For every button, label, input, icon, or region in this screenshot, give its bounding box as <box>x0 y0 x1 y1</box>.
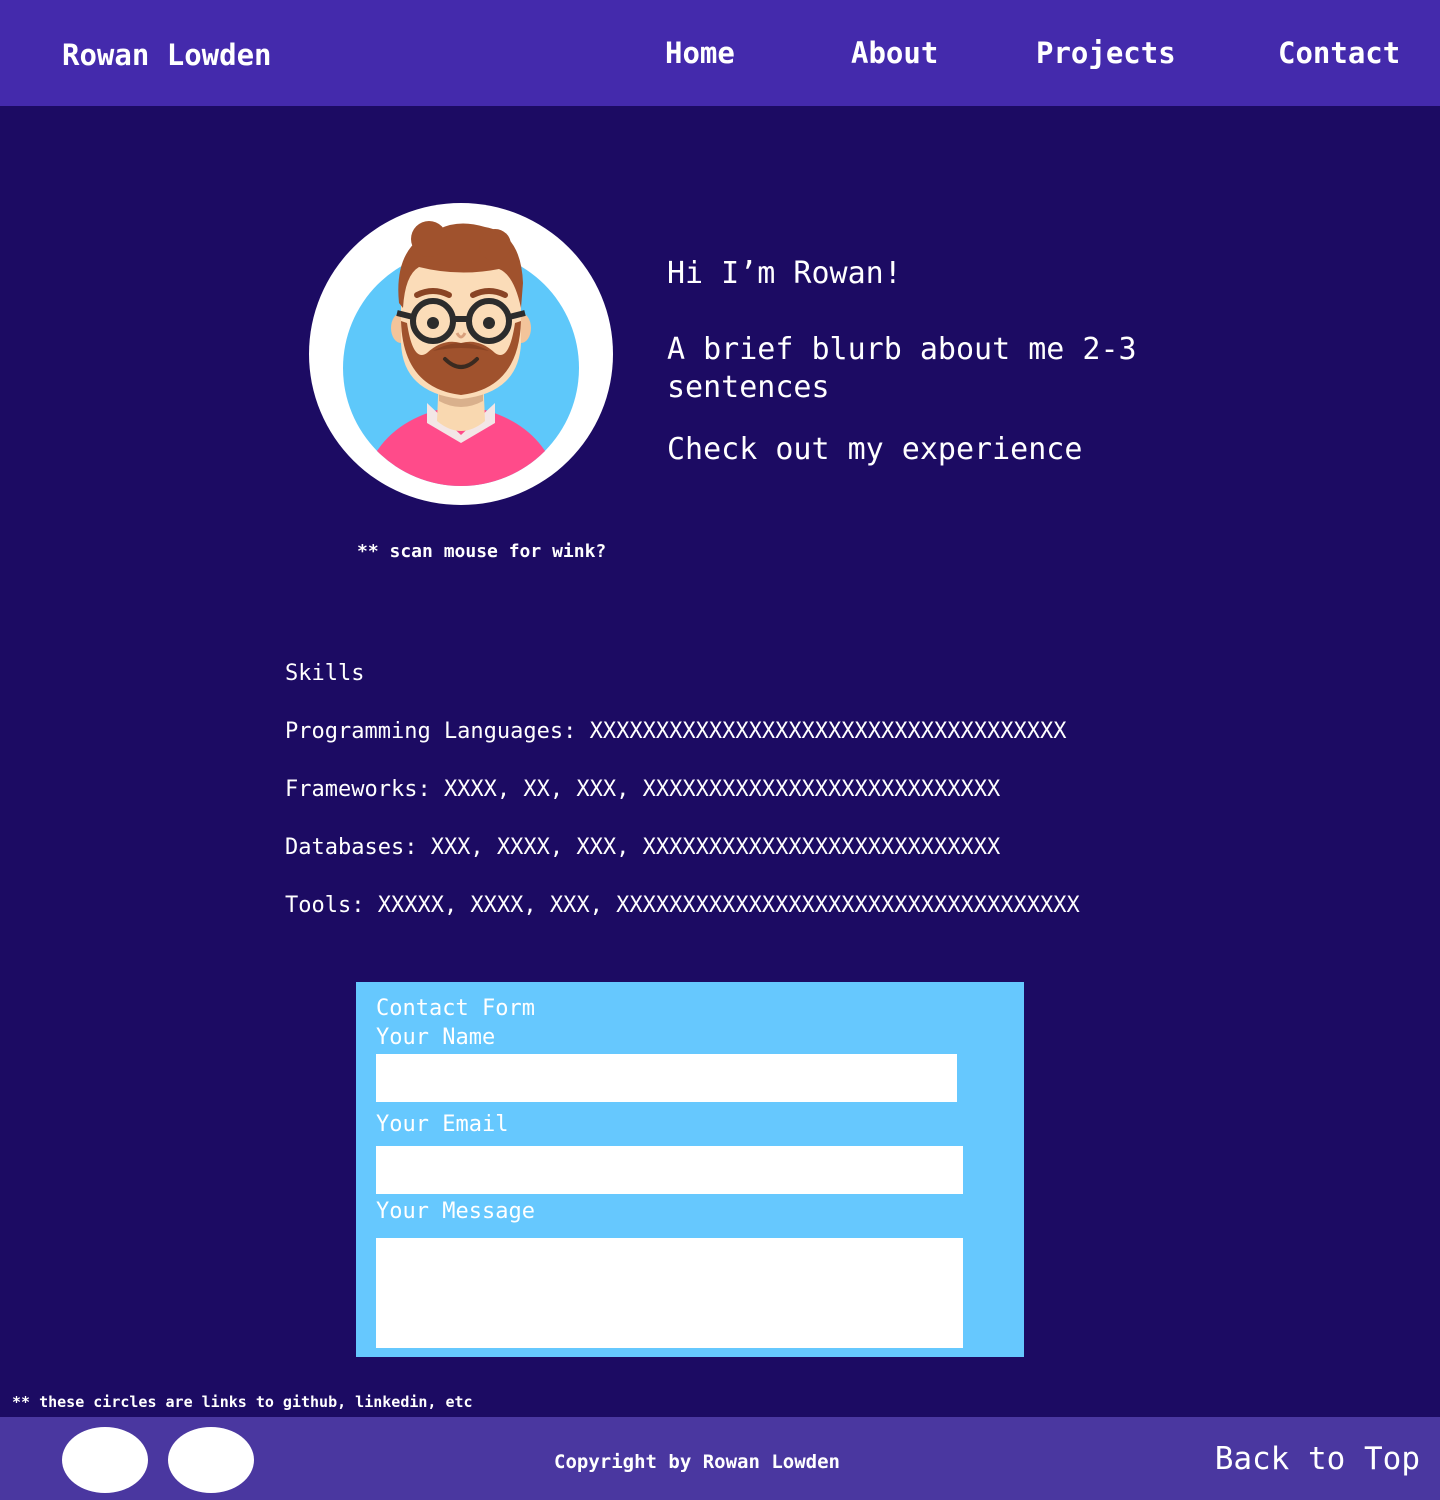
nav-home[interactable]: Home <box>665 36 735 70</box>
brand-name[interactable]: Rowan Lowden <box>62 38 272 72</box>
skill-frameworks: Frameworks: XXXX, XX, XXX, XXXXXXXXXXXXX… <box>285 777 1001 802</box>
message-label: Your Message <box>376 1199 535 1224</box>
navbar: Rowan Lowden Home About Projects Contact <box>0 0 1440 106</box>
back-to-top-link[interactable]: Back to Top <box>1215 1441 1420 1477</box>
bearded-man-with-glasses-avatar-icon <box>309 203 613 505</box>
email-label: Your Email <box>376 1112 509 1137</box>
hero-text: Hi I’m Rowan! A brief blurb about me 2-3… <box>667 255 1227 469</box>
message-input[interactable] <box>376 1238 963 1348</box>
skill-databases: Databases: XXX, XXXX, XXX, XXXXXXXXXXXXX… <box>285 835 1001 860</box>
skills-title: Skills <box>285 661 365 686</box>
name-label: Your Name <box>376 1025 496 1050</box>
nav-about[interactable]: About <box>851 36 938 70</box>
contact-form-title: Contact Form <box>376 996 535 1021</box>
nav-projects[interactable]: Projects <box>1036 36 1176 70</box>
email-input[interactable] <box>376 1146 963 1194</box>
skill-programming-languages: Programming Languages: XXXXXXXXXXXXXXXXX… <box>285 719 1067 744</box>
skills-section: Skills Programming Languages: XXXXXXXXXX… <box>285 660 1185 950</box>
name-input[interactable] <box>376 1054 957 1102</box>
copyright-text: Copyright by Rowan Lowden <box>554 1451 840 1473</box>
wink-note: ** scan mouse for wink? <box>357 541 607 562</box>
linkedin-link[interactable] <box>168 1427 254 1493</box>
footer: Copyright by Rowan Lowden Back to Top <box>0 1417 1440 1500</box>
portfolio-page: Rowan Lowden Home About Projects Contact <box>0 0 1440 1500</box>
profile-avatar[interactable] <box>309 203 613 505</box>
nav-contact[interactable]: Contact <box>1278 36 1400 70</box>
github-link[interactable] <box>62 1427 148 1493</box>
skill-tools: Tools: XXXXX, XXXX, XXX, XXXXXXXXXXXXXXX… <box>285 893 1080 918</box>
hero-blurb: A brief blurb about me 2-3 sentences <box>667 332 1137 405</box>
hero-greeting: Hi I’m Rowan! <box>667 256 902 291</box>
footer-note: ** these circles are links to github, li… <box>12 1393 473 1411</box>
contact-form: Contact Form Your Name Your Email Your M… <box>356 982 1024 1357</box>
hero-cta: Check out my experience <box>667 432 1083 467</box>
